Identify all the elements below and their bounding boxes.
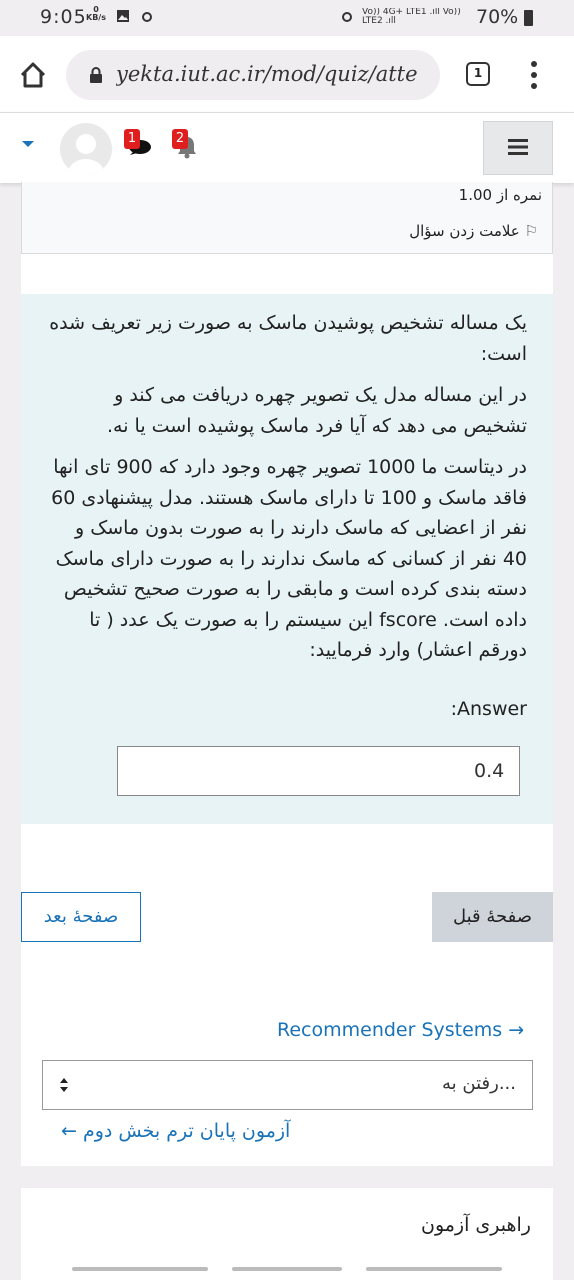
home-icon[interactable] <box>18 60 48 90</box>
messages-badge: 1 <box>124 129 140 149</box>
lock-icon <box>90 67 102 83</box>
alarm-icon <box>142 12 152 22</box>
jump-to-value: رفتن به... <box>442 1073 516 1094</box>
hamburger-menu-button[interactable] <box>483 121 553 175</box>
next-page-button[interactable]: صفحهٔ بعد <box>21 892 141 942</box>
flag-question-link[interactable]: ⚐ علامت زدن سؤال <box>409 222 538 240</box>
status-time: 9:05 <box>40 6 87 28</box>
question-mark: نمره از 1.00 <box>458 186 542 204</box>
notifications-button[interactable]: 2 <box>172 129 202 159</box>
answer-label: Answer: <box>450 698 527 720</box>
previous-activity-link[interactable]: آزمون پایان ترم بخش دوم ← <box>61 1120 290 1142</box>
scroll-indicator-left <box>72 1267 208 1271</box>
gallery-icon <box>117 10 129 22</box>
main-content: یک مساله تشخیص پوشیدن ماسک به صورت زیر ت… <box>21 254 553 1166</box>
status-bar: 9:05 0 KB/s Vo)) 4G+ LTE1 .ıll Vo)) LTE2… <box>0 0 574 36</box>
notifications-badge: 2 <box>172 129 188 149</box>
jump-to-select[interactable]: رفتن به... <box>42 1060 533 1110</box>
flag-label: علامت زدن سؤال <box>409 222 520 240</box>
user-silhouette-icon <box>68 134 104 175</box>
tab-switcher-button[interactable]: 1 <box>466 62 490 86</box>
site-header: 1 2 <box>0 112 574 183</box>
flag-icon: ⚐ <box>524 222 538 240</box>
network-status: Vo)) 4G+ LTE1 .ıll Vo)) LTE2 .ıll <box>362 8 461 26</box>
question-paragraph-1: یک مساله تشخیص پوشیدن ماسک به صورت زیر ت… <box>49 312 527 365</box>
speed-unit: KB/s <box>86 13 106 22</box>
overflow-menu-icon[interactable] <box>530 60 538 90</box>
previous-page-button[interactable]: صفحهٔ قبل <box>432 892 553 942</box>
hamburger-icon <box>508 139 528 155</box>
question-box: یک مساله تشخیص پوشیدن ماسک به صورت زیر ت… <box>21 294 553 824</box>
battery-icon <box>524 10 533 26</box>
scroll-indicator-center <box>232 1267 342 1271</box>
browser-toolbar: yekta.iut.ac.ir/mod/quiz/atte 1 <box>0 36 574 112</box>
select-arrows-icon <box>60 1078 68 1092</box>
question-paragraph-2: در این مساله مدل یک تصویر چهره دریافت می… <box>106 384 527 437</box>
network-speed: 0 KB/s <box>86 6 106 22</box>
address-bar[interactable]: yekta.iut.ac.ir/mod/quiz/atte <box>66 50 440 100</box>
battery-percent: 70% <box>476 6 519 28</box>
question-paragraph-3: در دیتاست ما 1000 تصویر چهره وجود دارد ک… <box>51 456 527 661</box>
scroll-indicator-right <box>366 1267 502 1271</box>
alarm-status-icon <box>342 12 352 22</box>
url-text: yekta.iut.ac.ir/mod/quiz/atte <box>116 62 418 86</box>
avatar[interactable] <box>60 123 112 175</box>
answer-input[interactable]: 0.4 <box>117 746 520 796</box>
question-info: نمره از 1.00 ⚐ علامت زدن سؤال <box>21 182 553 254</box>
next-activity-link[interactable]: Recommender Systems → <box>277 1019 524 1041</box>
user-menu-caret-icon[interactable] <box>22 141 34 147</box>
messages-button[interactable]: 1 <box>124 129 154 159</box>
quiz-navigation-title: راهبری آزمون <box>420 1214 531 1236</box>
